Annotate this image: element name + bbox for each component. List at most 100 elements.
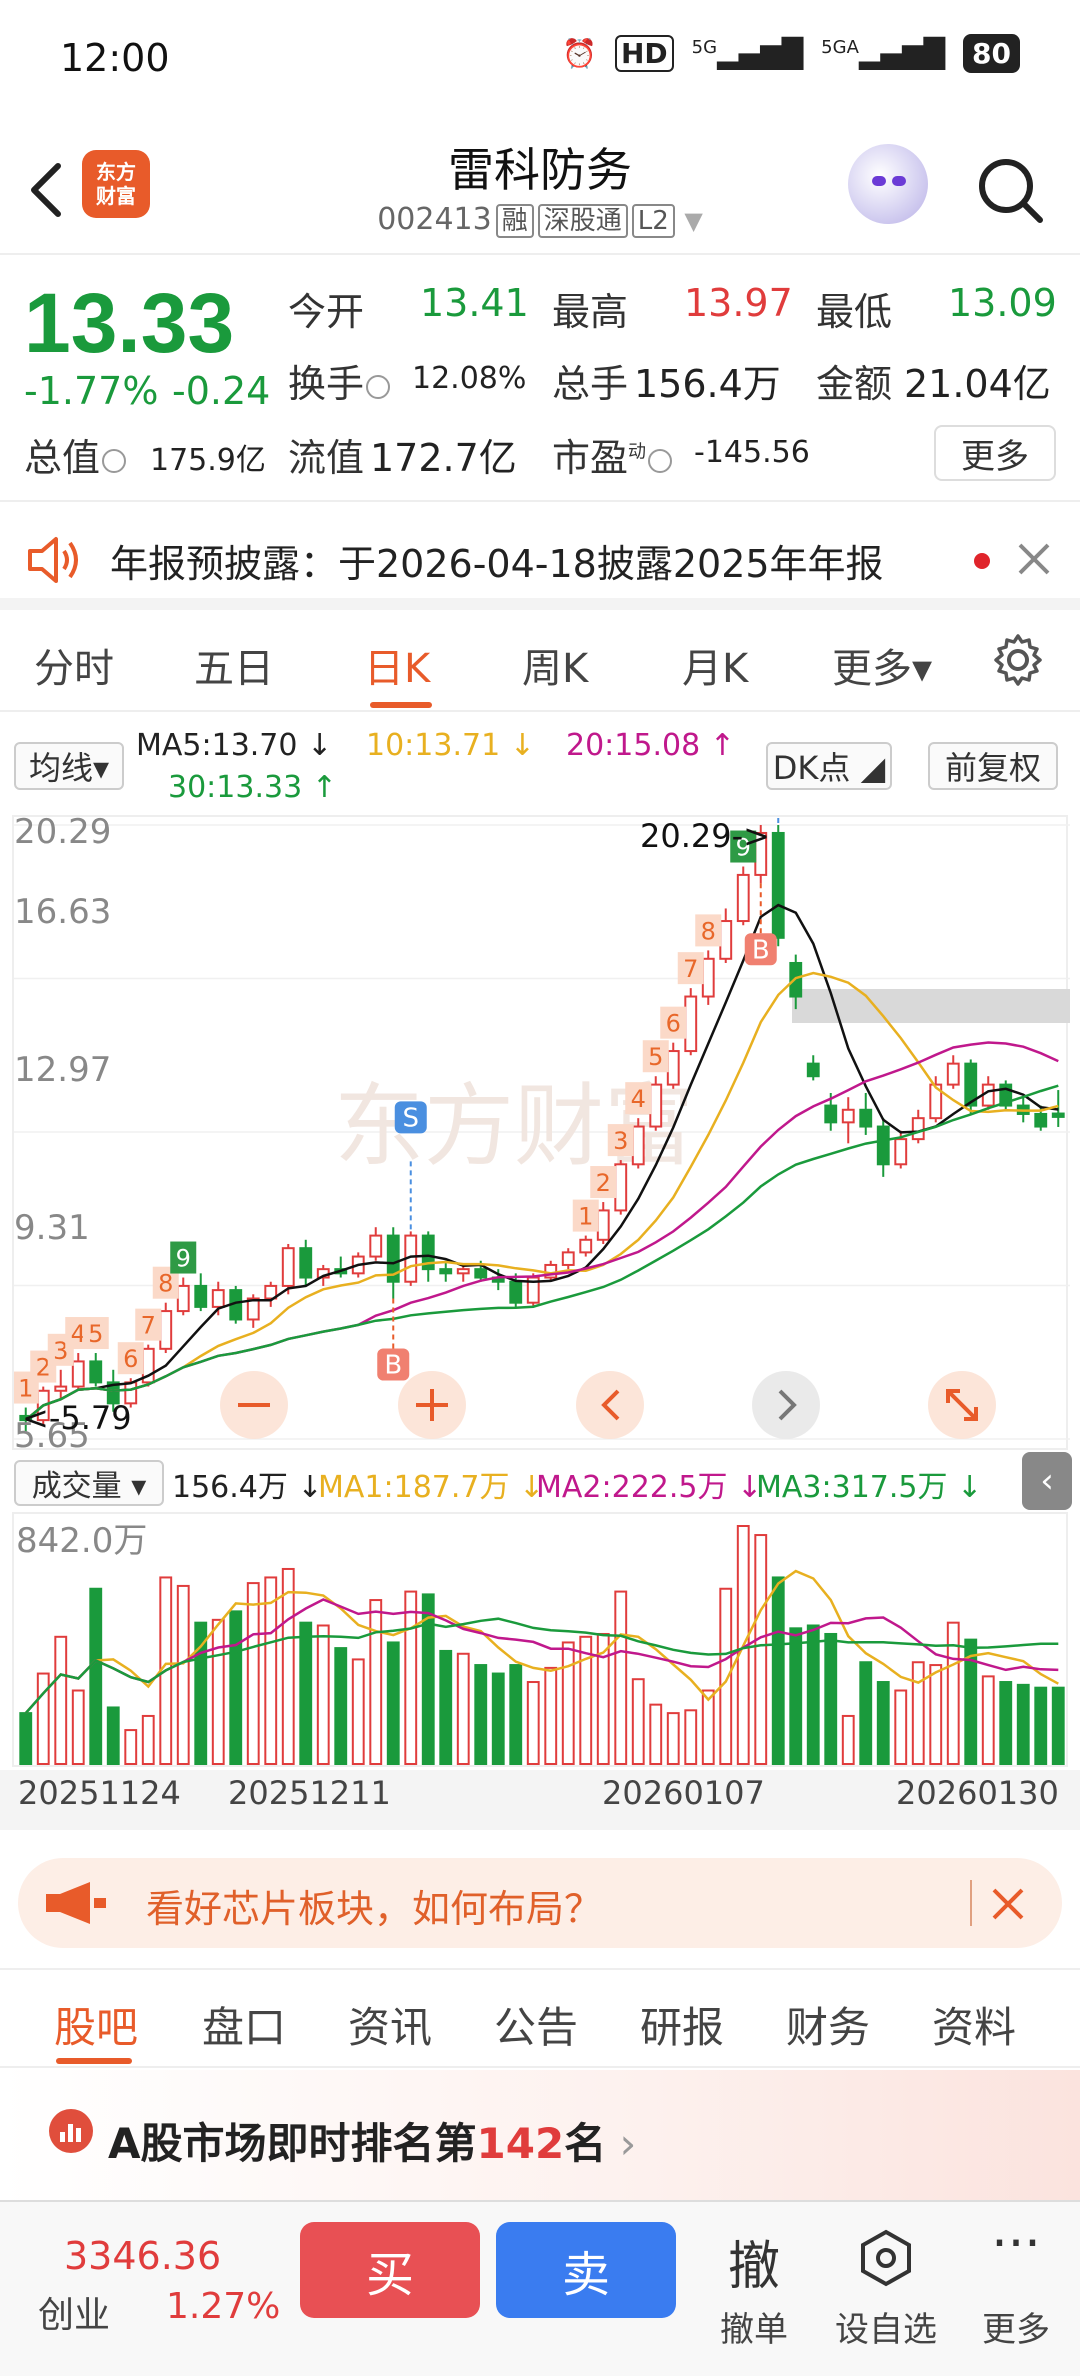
sequence-label: 1 [578,1203,593,1231]
sequence-label: 8 [158,1270,173,1298]
kline-chart[interactable]: 东方财富 123456789123456789SBSB 20.29 16.63 … [12,695,1070,1456]
tab-five-day[interactable]: 五日 [194,636,274,694]
promo-banner[interactable]: 看好芯片板块，如何布局？ [18,1858,1062,1948]
scroll-right-button[interactable] [752,1371,820,1439]
tab-profile[interactable]: 资料 [932,1994,1016,2055]
stock-header: 东方 财富 雷科防务 002413 融深股通 L2 ▼ [0,120,1080,255]
cancel-order-button[interactable]: 撤单 [694,2302,814,2351]
y-tick-2: 16.63 [14,892,111,932]
tab-financials[interactable]: 财务 [786,1994,870,2055]
index-name[interactable]: 创业 [38,2286,110,2338]
scroll-left-button[interactable] [576,1371,644,1439]
collapse-panel-button[interactable]: ‹ [1022,1452,1072,1510]
tab-monthly-k[interactable]: 月K [682,636,748,694]
buy-button[interactable]: 买 [300,2222,480,2318]
candle [456,1268,470,1275]
add-watchlist-icon[interactable] [856,2228,916,2288]
adjust-button[interactable]: 前复权 [928,742,1058,790]
volume-bar [544,1666,558,1766]
volume-bar [789,1627,803,1765]
ma30-label: 30:13.33 ↑ [168,770,337,805]
market-rank-banner[interactable]: A股市场即时排名第142名 › [0,2070,1080,2200]
more-dots-icon[interactable]: ··· [956,2214,1076,2274]
candle [876,1125,890,1166]
rank-chart-icon [49,2109,93,2153]
change-percent: -1.77% [24,369,159,413]
signal-5ga-icon: 5GA▂▄▆█ [821,37,946,70]
volume-bar [316,1624,330,1765]
notice-bar[interactable]: 年报预披露：于2026-04-18披露2025年年报 [0,505,1080,610]
low-label: 最低 [816,290,893,334]
tab-orderbook[interactable]: 盘口 [202,1994,286,2055]
volume-bar [946,1621,960,1765]
high-label: 最高 [552,290,629,334]
volume-bar [141,1714,155,1765]
indicator-select[interactable]: 成交量 ▾ [14,1460,164,1506]
tab-guba[interactable]: 股吧 [54,1994,138,2055]
assistant-robot-icon[interactable] [848,144,928,224]
tab-weekly-k[interactable]: 周K [522,636,588,694]
candle [911,1117,925,1141]
rank-text: A股市场即时排名第142名 › [108,2119,637,2168]
dk-point-select[interactable]: DK点 ◢ [766,742,892,790]
zoom-out-button[interactable] [220,1371,288,1439]
tab-research[interactable]: 研报 [640,1994,724,2055]
tab-announcements[interactable]: 公告 [494,1994,578,2055]
volume-bar [929,1664,943,1765]
volume-chart[interactable]: 842.0万 [12,1512,1068,1767]
tab-intraday[interactable]: 分时 [34,636,114,694]
candle [579,1238,593,1254]
float-value: 172.7亿 [370,436,517,480]
sequence-label: 5 [88,1320,103,1348]
candle [561,1251,575,1266]
tab-daily-k[interactable]: 日K [364,636,430,694]
connect-tag: 深股通 [537,204,628,238]
gear-icon[interactable] [990,632,1046,688]
change-value: -0.24 [172,369,271,413]
ma10-label: 10:13.71 ↓ [366,728,535,763]
more-button[interactable]: 更多 [956,2302,1076,2351]
tab-news[interactable]: 资讯 [348,1994,432,2055]
volume-bar [386,1641,400,1765]
candle [54,1385,68,1392]
candle [176,1284,190,1313]
amount-value: 21.04亿 [904,362,1051,406]
volume-bar [841,1714,855,1765]
volume-bar [754,1534,768,1765]
tab-more[interactable]: 更多▾ [832,636,932,694]
ma-select[interactable]: 均线▾ [14,742,124,790]
sell-button[interactable]: 卖 [496,2222,676,2318]
unread-dot [974,553,990,569]
ma20-label: 20:15.08 ↑ [566,728,735,763]
volume-bar [859,1661,873,1765]
quote-more-button[interactable]: 更多 [934,425,1056,481]
close-icon[interactable] [1016,541,1052,577]
period-tabs: 分时 五日 日K 周K 月K 更多▾ [0,612,1080,712]
search-icon[interactable] [976,156,1046,226]
fullscreen-button[interactable] [928,1371,996,1439]
sequence-label: 3 [613,1127,628,1155]
volume-bar [474,1664,488,1765]
stock-code: 002413 [377,202,492,237]
index-change[interactable]: 1.27% [166,2286,280,2327]
sequence-label: 6 [666,1010,681,1038]
volume-bar [404,1590,418,1765]
zoom-in-button[interactable] [398,1371,466,1439]
megaphone-icon [46,1882,106,1924]
volume-max-label: 842.0万 [16,1521,147,1561]
candle [649,1083,663,1128]
cancel-order-icon[interactable]: 撤 [694,2224,814,2299]
low-price-label: <-5.79 [22,1399,132,1437]
promo-close-icon[interactable] [990,1886,1026,1922]
volume-value-label: 156.4万 ↓ [172,1470,323,1505]
volume-bar [509,1664,523,1765]
candle [614,1163,628,1212]
turnover-label: 换手 [288,353,392,408]
sequence-label: 4 [631,1085,646,1113]
volume-bar [299,1621,313,1765]
index-value[interactable]: 3346.36 [64,2234,221,2278]
kline-svg: 东方财富 123456789123456789SBSB 20.29 16.63 … [12,695,1070,1456]
add-watchlist-button[interactable]: 设自选 [826,2302,946,2351]
candle [89,1360,103,1384]
mktcap-label: 总值 [24,427,128,482]
